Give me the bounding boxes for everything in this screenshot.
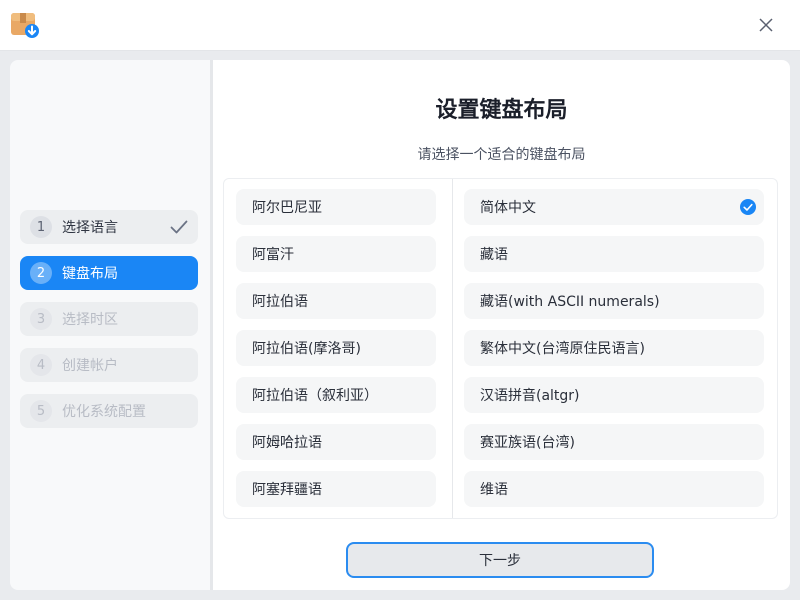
close-button[interactable] — [756, 15, 776, 35]
layout-item-selected[interactable]: 简体中文 — [464, 189, 764, 225]
checkmark-icon — [170, 220, 188, 234]
step-create-account: 4 创建帐户 — [20, 348, 198, 382]
step-label: 键盘布局 — [62, 266, 118, 282]
layout-label: 简体中文 — [480, 200, 536, 216]
step-keyboard-layout[interactable]: 2 键盘布局 — [20, 256, 198, 290]
layout-item[interactable]: 繁体中文(台湾原住民语言) — [464, 330, 764, 366]
selected-check-icon — [740, 199, 756, 215]
step-number: 4 — [30, 354, 52, 376]
step-label: 创建帐户 — [62, 358, 118, 374]
page-subtitle: 请选择一个适合的键盘布局 — [417, 147, 586, 163]
layout-item[interactable]: 藏语(with ASCII numerals) — [464, 283, 764, 319]
layout-item[interactable]: 赛亚族语(台湾) — [464, 424, 764, 460]
language-item[interactable]: 阿富汗 — [236, 236, 436, 272]
layout-item[interactable]: 汉语拼音(altgr) — [464, 377, 764, 413]
step-label: 选择时区 — [62, 312, 118, 328]
step-number: 2 — [30, 262, 52, 284]
main-panel: 设置键盘布局 请选择一个适合的键盘布局 阿尔巴尼亚 阿富汗 阿拉伯语 阿拉伯语(… — [213, 60, 790, 590]
close-icon — [759, 18, 773, 32]
step-label: 优化系统配置 — [62, 404, 146, 420]
steps-sidebar: 1 选择语言 2 键盘布局 3 选择时区 4 创建帐户 5 优化系统配置 — [10, 60, 210, 590]
layout-item[interactable]: 藏语 — [464, 236, 764, 272]
step-select-language[interactable]: 1 选择语言 — [20, 210, 198, 244]
step-number: 3 — [30, 308, 52, 330]
step-optimize-system: 5 优化系统配置 — [20, 394, 198, 428]
package-download-icon — [11, 13, 39, 38]
keyboard-layout-lists: 阿尔巴尼亚 阿富汗 阿拉伯语 阿拉伯语(摩洛哥) 阿拉伯语（叙利亚） 阿姆哈拉语… — [223, 178, 778, 519]
column-divider — [452, 179, 453, 518]
step-number: 5 — [30, 400, 52, 422]
next-button[interactable]: 下一步 — [346, 542, 654, 578]
language-item[interactable]: 阿尔巴尼亚 — [236, 189, 436, 225]
layout-item[interactable]: 维语 — [464, 471, 764, 507]
language-item[interactable]: 阿拉伯语(摩洛哥) — [236, 330, 436, 366]
language-item[interactable]: 阿拉伯语（叙利亚） — [236, 377, 436, 413]
step-select-timezone: 3 选择时区 — [20, 302, 198, 336]
language-item[interactable]: 阿姆哈拉语 — [236, 424, 436, 460]
step-number: 1 — [30, 216, 52, 238]
language-item[interactable]: 阿拉伯语 — [236, 283, 436, 319]
language-item[interactable]: 阿塞拜疆语 — [236, 471, 436, 507]
title-bar — [0, 0, 800, 51]
page-title: 设置键盘布局 — [435, 98, 568, 123]
step-label: 选择语言 — [62, 220, 118, 236]
